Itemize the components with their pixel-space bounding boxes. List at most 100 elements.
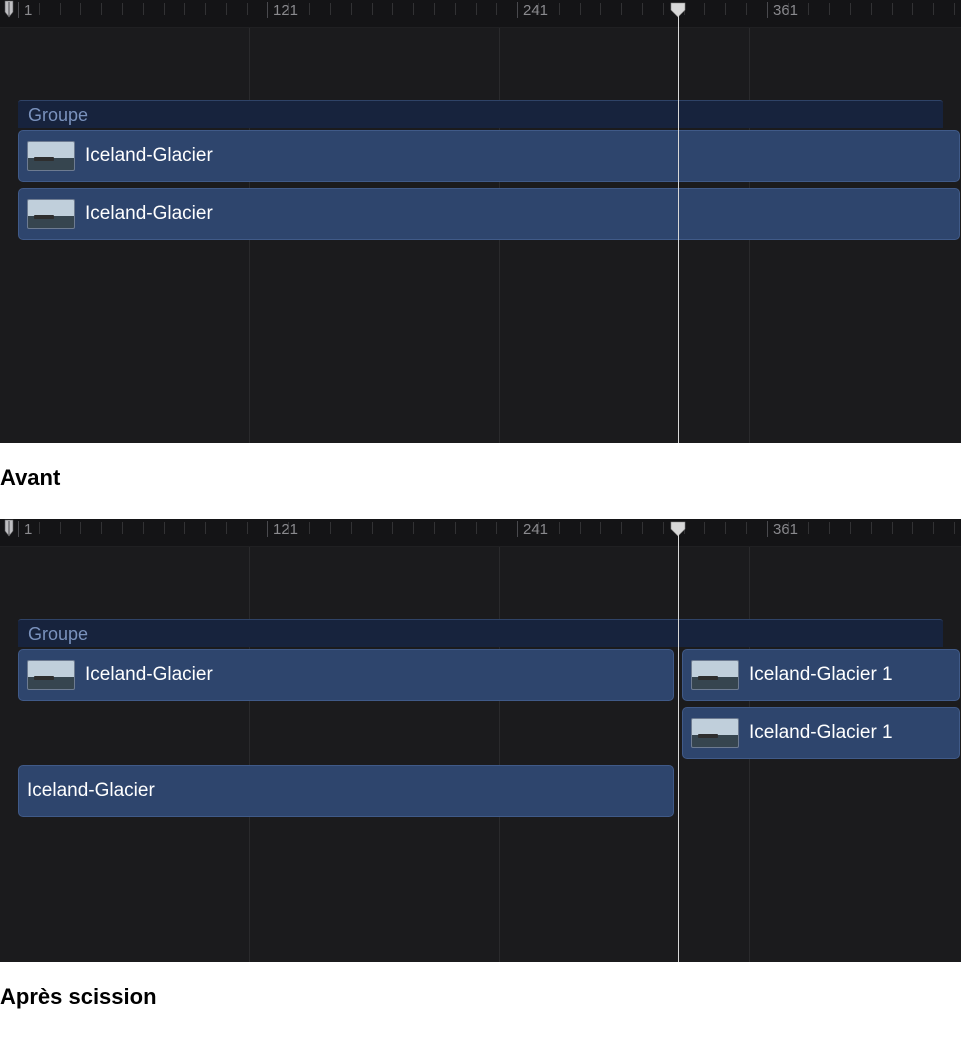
minor-tick (559, 3, 560, 15)
minor-tick (247, 522, 248, 534)
major-tick-label: 121 (273, 2, 298, 19)
ruler-ticks-after[interactable]: 1 121 241 361 (0, 519, 961, 547)
minor-tick (642, 3, 643, 15)
minor-tick (455, 522, 456, 534)
minor-tick (372, 522, 373, 534)
clip-thumbnail (27, 660, 75, 690)
clip-thumbnail (27, 199, 75, 229)
caption-before: Avant (0, 443, 961, 519)
minor-tick (600, 522, 601, 534)
timeline-clip[interactable]: Iceland-Glacier (18, 130, 960, 182)
minor-tick (80, 3, 81, 15)
group-header[interactable]: Groupe (18, 100, 943, 128)
minor-tick (226, 522, 227, 534)
minor-tick (850, 522, 851, 534)
minor-tick (538, 3, 539, 15)
minor-tick (39, 3, 40, 15)
clip-label: Iceland-Glacier (85, 664, 213, 686)
timeline-clip[interactable]: Iceland-Glacier (18, 649, 674, 701)
minor-tick (476, 3, 477, 15)
minor-tick (143, 522, 144, 534)
tracks-before: Groupe Iceland-Glacier Iceland-Glacier (0, 28, 961, 240)
major-tick-label: 241 (523, 521, 548, 538)
minor-tick (850, 3, 851, 15)
minor-tick (288, 3, 289, 15)
major-tick-label: 241 (523, 2, 548, 19)
playhead-handle[interactable] (670, 2, 686, 18)
major-tick (267, 2, 268, 18)
clip-thumbnail (691, 718, 739, 748)
minor-tick (247, 3, 248, 15)
minor-tick (330, 522, 331, 534)
major-tick (18, 521, 19, 537)
minor-tick (829, 522, 830, 534)
major-tick-label: 1 (24, 2, 32, 19)
ruler-ticks-before[interactable]: 1 121 241 361 (0, 0, 961, 28)
minor-tick (871, 3, 872, 15)
minor-tick (101, 3, 102, 15)
minor-tick (600, 3, 601, 15)
minor-tick (39, 522, 40, 534)
minor-tick (226, 3, 227, 15)
minor-tick (122, 3, 123, 15)
clip-label: Iceland-Glacier (85, 203, 213, 225)
ruler: 1 121 241 361 (0, 519, 961, 547)
minor-tick (413, 522, 414, 534)
track-row: Iceland-Glacier (0, 188, 961, 240)
minor-tick (392, 522, 393, 534)
track-row: Iceland-Glacier Iceland-Glacier 1 (0, 649, 961, 701)
minor-tick (538, 522, 539, 534)
track-row: Iceland-Glacier (0, 765, 961, 817)
major-tick-label: 1 (24, 521, 32, 538)
minor-tick (60, 3, 61, 15)
playhead-handle[interactable] (670, 521, 686, 537)
minor-tick (954, 3, 955, 15)
minor-tick (704, 522, 705, 534)
minor-tick (621, 3, 622, 15)
minor-tick (704, 3, 705, 15)
minor-tick (559, 522, 560, 534)
minor-tick (434, 3, 435, 15)
start-marker[interactable] (4, 0, 14, 18)
minor-tick (164, 522, 165, 534)
minor-tick (496, 3, 497, 15)
minor-tick (746, 3, 747, 15)
clip-label: Iceland-Glacier (85, 145, 213, 167)
minor-tick (725, 3, 726, 15)
minor-tick (912, 3, 913, 15)
minor-tick (746, 522, 747, 534)
track-row: Iceland-Glacier 1 (0, 707, 961, 759)
major-tick-label: 361 (773, 521, 798, 538)
major-tick (18, 2, 19, 18)
timeline-after: 1121241361 Groupe Iceland-GlacierIceland… (0, 519, 961, 962)
minor-tick (372, 3, 373, 15)
minor-tick (184, 522, 185, 534)
start-marker[interactable] (4, 519, 14, 537)
timeline-clip[interactable]: Iceland-Glacier 1 (682, 707, 960, 759)
minor-tick (60, 522, 61, 534)
minor-tick (954, 522, 955, 534)
minor-tick (912, 522, 913, 534)
clip-thumbnail (691, 660, 739, 690)
timeline-clip[interactable]: Iceland-Glacier (18, 765, 674, 817)
major-tick (517, 521, 518, 537)
major-tick-label: 361 (773, 2, 798, 19)
minor-tick (808, 3, 809, 15)
minor-tick (413, 3, 414, 15)
group-header[interactable]: Groupe (18, 619, 943, 647)
caption-after: Après scission (0, 962, 961, 1038)
minor-tick (309, 522, 310, 534)
timeline-clip[interactable]: Iceland-Glacier (18, 188, 960, 240)
minor-tick (122, 522, 123, 534)
major-tick (767, 521, 768, 537)
clip-label: Iceland-Glacier (27, 780, 155, 802)
tracks-after: Groupe Iceland-GlacierIceland-Glacier 1I… (0, 547, 961, 817)
timeline-clip[interactable]: Iceland-Glacier 1 (682, 649, 960, 701)
major-tick-label: 121 (273, 521, 298, 538)
minor-tick (392, 3, 393, 15)
minor-tick (434, 522, 435, 534)
minor-tick (808, 522, 809, 534)
major-tick (767, 2, 768, 18)
minor-tick (580, 522, 581, 534)
minor-tick (725, 522, 726, 534)
